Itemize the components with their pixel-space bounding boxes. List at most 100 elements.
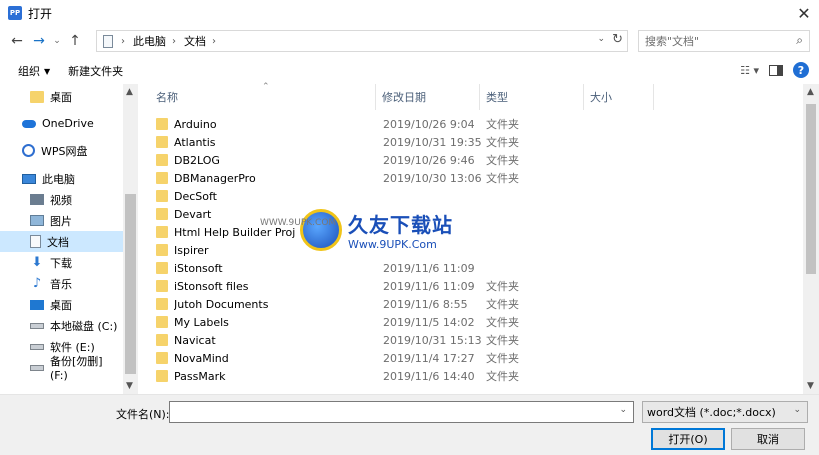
preview-pane-icon[interactable] bbox=[769, 64, 783, 76]
sidebar-item-documents[interactable]: 文档 bbox=[0, 231, 123, 252]
search-icon[interactable]: ⌕ bbox=[796, 33, 803, 48]
scroll-up-icon[interactable]: ▲ bbox=[807, 87, 814, 97]
sidebar-item-pictures[interactable]: 图片 bbox=[0, 210, 123, 231]
new-folder-button[interactable]: 新建文件夹 bbox=[68, 63, 123, 79]
sidebar-item-wps-drive[interactable]: WPS网盘 bbox=[0, 140, 123, 161]
document-icon bbox=[30, 235, 41, 248]
file-row[interactable]: PassMark 2019/11/6 14:40 文件夹 bbox=[156, 367, 796, 385]
scroll-down-icon[interactable]: ▼ bbox=[126, 381, 133, 391]
scroll-up-icon[interactable]: ▲ bbox=[126, 87, 133, 97]
sidebar-item-desktop[interactable]: 桌面 bbox=[0, 294, 123, 315]
drive-icon bbox=[30, 364, 44, 371]
sidebar-item-drive-c[interactable]: 本地磁盘 (C:) bbox=[0, 315, 123, 336]
cloud-icon bbox=[22, 119, 36, 128]
file-date: 2019/11/6 14:40 bbox=[383, 369, 475, 383]
sidebar-item-desktop-quick[interactable]: 桌面 bbox=[0, 86, 123, 107]
breadcrumb-separator[interactable]: › bbox=[172, 36, 176, 47]
file-type: 文件夹 bbox=[486, 154, 519, 167]
file-name: iStonsoft files bbox=[174, 279, 249, 293]
command-toolbar: 组织 ▼ 新建文件夹 ☷ ▾ ? bbox=[0, 58, 819, 84]
drive-icon bbox=[30, 343, 44, 350]
sidebar-item-downloads[interactable]: ⬇ 下载 bbox=[0, 252, 123, 273]
window-title: 打开 bbox=[28, 6, 53, 21]
help-icon[interactable]: ? bbox=[793, 62, 809, 78]
organize-label: 组织 bbox=[18, 65, 40, 78]
address-dropdown-icon[interactable]: ⌄ bbox=[597, 34, 605, 44]
computer-icon bbox=[22, 173, 36, 184]
view-options-icon[interactable]: ☷ ▾ bbox=[740, 64, 759, 77]
open-button[interactable]: 打开(O) bbox=[651, 428, 725, 450]
dialog-footer: 文件名(N): ⌄ word文档 (*.doc;*.docx) ⌄ 打开(O) … bbox=[0, 394, 819, 455]
column-header-label: 类型 bbox=[486, 91, 508, 104]
column-header-name[interactable]: 名称 bbox=[150, 84, 376, 110]
breadcrumb-separator[interactable]: › bbox=[212, 36, 216, 47]
column-header-label: 大小 bbox=[590, 91, 612, 104]
filename-dropdown-icon[interactable]: ⌄ bbox=[619, 405, 627, 415]
file-type: 文件夹 bbox=[486, 280, 519, 293]
sidebar-item-music[interactable]: ♪ 音乐 bbox=[0, 273, 123, 294]
video-icon bbox=[30, 194, 44, 205]
file-date: 2019/11/4 17:27 bbox=[383, 351, 475, 365]
file-row[interactable]: NovaMind 2019/11/4 17:27 文件夹 bbox=[156, 349, 796, 367]
file-type-select[interactable]: word文档 (*.doc;*.docx) ⌄ bbox=[642, 401, 808, 423]
file-row[interactable]: Arduino 2019/10/26 9:04 文件夹 bbox=[156, 115, 796, 133]
search-input[interactable]: 搜索"文档" ⌕ bbox=[638, 30, 810, 52]
file-list-scrollbar[interactable]: ▲ ▼ bbox=[803, 84, 819, 394]
file-row[interactable]: Jutoh Documents 2019/11/6 8:55 文件夹 bbox=[156, 295, 796, 313]
sidebar-item-label: 桌面 bbox=[50, 298, 72, 312]
filename-input[interactable]: ⌄ bbox=[169, 401, 634, 423]
new-folder-label: 新建文件夹 bbox=[68, 65, 124, 78]
file-name: Navicat bbox=[174, 333, 216, 347]
breadcrumb-this-pc[interactable]: 此电脑 bbox=[133, 33, 166, 49]
folder-icon bbox=[156, 154, 168, 166]
music-icon: ♪ bbox=[32, 276, 42, 291]
sidebar-item-label: 桌面 bbox=[50, 90, 72, 104]
sidebar-item-label: 此电脑 bbox=[42, 172, 75, 186]
sidebar-item-videos[interactable]: 视频 bbox=[0, 189, 123, 210]
file-row[interactable]: iStonsoft files 2019/11/6 11:09 文件夹 bbox=[156, 277, 796, 295]
breadcrumb-separator[interactable]: › bbox=[121, 36, 125, 47]
app-icon: PP bbox=[8, 6, 22, 20]
file-row[interactable]: Atlantis 2019/10/31 19:35 文件夹 bbox=[156, 133, 796, 151]
file-row[interactable]: My Labels 2019/11/5 14:02 文件夹 bbox=[156, 313, 796, 331]
file-row[interactable]: iStonsoft 2019/11/6 11:09 bbox=[156, 259, 796, 277]
folder-icon bbox=[156, 208, 168, 220]
file-type: 文件夹 bbox=[486, 352, 519, 365]
folder-icon bbox=[156, 280, 168, 292]
up-arrow-icon[interactable]: ↑ bbox=[64, 30, 86, 52]
organize-button[interactable]: 组织 ▼ bbox=[18, 63, 50, 79]
recent-locations-chevron-icon[interactable]: ⌄ bbox=[50, 30, 64, 52]
sidebar-item-label: 视频 bbox=[50, 193, 72, 207]
sidebar-item-drive-f[interactable]: 备份[勿删] (F:) bbox=[0, 355, 123, 382]
file-name: Ispirer bbox=[174, 243, 209, 257]
file-list-scroll-thumb[interactable] bbox=[806, 104, 816, 274]
back-arrow-icon[interactable]: ← bbox=[6, 30, 28, 52]
refresh-icon[interactable]: ↻ bbox=[612, 32, 623, 47]
file-name: DBManagerPro bbox=[174, 171, 256, 185]
file-type: 文件夹 bbox=[486, 298, 519, 311]
file-row[interactable]: DB2LOG 2019/10/26 9:46 文件夹 bbox=[156, 151, 796, 169]
scroll-down-icon[interactable]: ▼ bbox=[807, 381, 814, 391]
sidebar-scrollbar[interactable]: ▲ ▼ bbox=[123, 84, 138, 394]
sidebar-item-onedrive[interactable]: OneDrive bbox=[0, 113, 123, 134]
column-header-type[interactable]: 类型 bbox=[480, 84, 584, 110]
address-bar[interactable]: › 此电脑 › 文档 › ⌄ ↻ bbox=[96, 30, 628, 52]
column-header-size[interactable]: 大小 bbox=[584, 84, 654, 110]
file-name: My Labels bbox=[174, 315, 229, 329]
file-date: 2019/10/31 15:13 bbox=[383, 333, 482, 347]
close-button[interactable]: ✕ bbox=[789, 0, 819, 26]
column-header-date[interactable]: 修改日期 bbox=[376, 84, 480, 110]
file-date: 2019/11/6 11:09 bbox=[383, 279, 475, 293]
file-name: DB2LOG bbox=[174, 153, 220, 167]
sidebar-item-this-pc[interactable]: 此电脑 bbox=[0, 168, 123, 189]
file-row[interactable]: Navicat 2019/10/31 15:13 文件夹 bbox=[156, 331, 796, 349]
caret-down-icon: ▼ bbox=[44, 66, 51, 76]
file-row[interactable]: DBManagerPro 2019/10/30 13:06 文件夹 bbox=[156, 169, 796, 187]
picture-icon bbox=[30, 215, 44, 226]
sidebar-item-label: OneDrive bbox=[42, 117, 94, 130]
forward-arrow-icon[interactable]: → bbox=[28, 30, 50, 52]
cancel-button[interactable]: 取消 bbox=[731, 428, 805, 450]
breadcrumb-documents[interactable]: 文档 bbox=[184, 33, 206, 49]
column-header-label: 名称 bbox=[156, 91, 178, 104]
sidebar-scroll-thumb[interactable] bbox=[125, 194, 136, 374]
